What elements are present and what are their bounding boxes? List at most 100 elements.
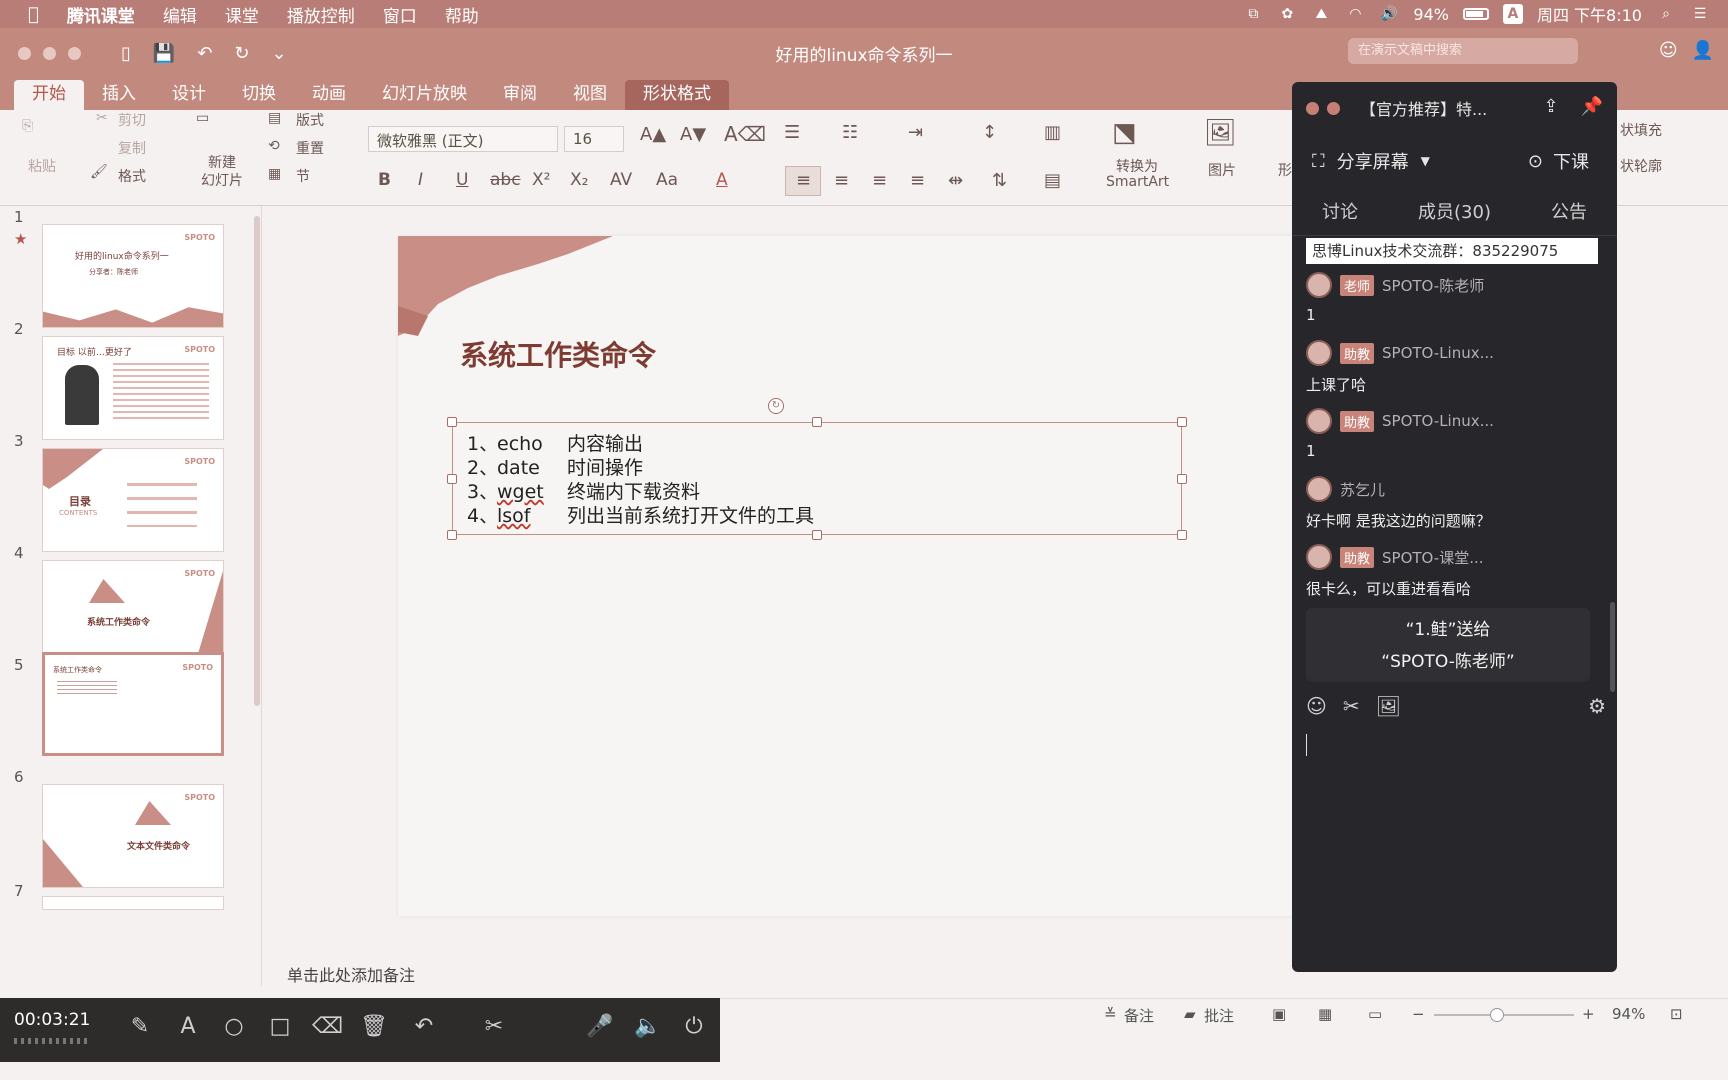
resize-handle[interactable]	[1177, 417, 1187, 427]
sorter-view-icon[interactable]: ▦	[1318, 1005, 1332, 1023]
normal-view-icon[interactable]: ▣	[1272, 1005, 1286, 1023]
notes-icon[interactable]: ≚	[1104, 1005, 1117, 1023]
zoom-window-button[interactable]	[68, 46, 81, 60]
screen-icon[interactable]: ⧉	[1243, 6, 1263, 22]
shape-button[interactable]: 形	[1278, 160, 1292, 180]
mountain-icon[interactable]: ⛰	[1311, 6, 1331, 22]
volume-icon[interactable]: 🔊	[1379, 6, 1399, 22]
tab-transitions[interactable]: 切换	[224, 80, 294, 110]
undo-icon[interactable]: ↶	[197, 43, 212, 64]
gear-icon[interactable]: ⚙	[1588, 694, 1606, 718]
bold-button[interactable]: B	[378, 170, 391, 190]
tab-discussion[interactable]: 讨论	[1322, 198, 1358, 235]
avatar[interactable]	[1306, 408, 1332, 434]
share-user-icon[interactable]: 👤	[1692, 40, 1714, 61]
menu-window[interactable]: 窗口	[369, 2, 431, 27]
section-button[interactable]: 节	[296, 166, 310, 186]
format-painter-icon[interactable]: 🖌	[90, 164, 108, 180]
paste-icon[interactable]: ⎘	[22, 118, 33, 134]
screenshot-icon[interactable]: ✂	[1343, 694, 1360, 718]
clock[interactable]: 周四 下午8:10	[1537, 2, 1642, 26]
shape-outline-button[interactable]: 状轮廓	[1620, 156, 1662, 176]
rectangle-tool-icon[interactable]: □	[266, 1014, 294, 1039]
input-method-icon[interactable]: A	[1502, 4, 1523, 24]
thumbnail-slide-7[interactable]	[42, 896, 224, 910]
sender-name[interactable]: SPOTO-Linux...	[1382, 344, 1494, 362]
indent-icon[interactable]: ⇥	[908, 122, 923, 143]
pen-icon[interactable]: ✎	[126, 1014, 154, 1039]
notes-placeholder[interactable]: 单击此处添加备注	[287, 962, 415, 986]
resize-handle[interactable]	[1177, 530, 1187, 540]
zoom-slider[interactable]	[1434, 1014, 1574, 1016]
fit-to-window-icon[interactable]: ⊡	[1670, 1005, 1683, 1023]
resize-handle[interactable]	[447, 417, 457, 427]
thumbnail-slide-5[interactable]: 系统工作类命令 SPOTO	[42, 652, 224, 756]
current-slide[interactable]: 系统工作类命令 ↻ 1、echo 内容输出 2、date 时间操作 3、wget 终端…	[398, 236, 1358, 916]
avatar[interactable]	[1306, 272, 1332, 298]
line-spacing-icon[interactable]: ↕	[982, 122, 997, 143]
sender-name[interactable]: SPOTO-课堂...	[1382, 547, 1483, 568]
columns-icon[interactable]: ▥	[1044, 122, 1061, 143]
increase-font-icon[interactable]: A▲	[640, 124, 666, 145]
menu-playback[interactable]: 播放控制	[273, 2, 369, 27]
align-text-icon[interactable]: ▤	[1044, 170, 1061, 191]
chat-input-field[interactable]	[1306, 734, 1307, 756]
minimize-window-button[interactable]	[43, 46, 56, 60]
zoom-level[interactable]: 94%	[1612, 1005, 1645, 1023]
search-input[interactable]: 在演示文稿中搜索	[1348, 38, 1578, 64]
font-name-select[interactable]: 微软雅黑 (正文)	[368, 126, 558, 152]
decrease-font-icon[interactable]: A▼	[680, 124, 706, 145]
numbering-icon[interactable]: ☷	[842, 122, 858, 143]
eraser-icon[interactable]: ⌫	[312, 1014, 343, 1039]
slide-title[interactable]: 系统工作类命令	[460, 334, 656, 374]
avatar[interactable]	[1306, 340, 1332, 366]
smartart-icon[interactable]: ⬔	[1112, 118, 1137, 148]
distribute-icon[interactable]: ⇹	[948, 170, 963, 191]
close-window-button[interactable]	[18, 46, 31, 60]
comments-button[interactable]: 批注	[1204, 1005, 1234, 1026]
menu-help[interactable]: 帮助	[431, 2, 493, 27]
share-screen-button[interactable]: ⛶ 分享屏幕 ▼	[1312, 148, 1430, 174]
section-icon[interactable]: ▦	[268, 166, 281, 182]
emoji-icon[interactable]: ☺	[1306, 694, 1327, 718]
image-icon[interactable]: 🖼	[1376, 694, 1401, 718]
tab-design[interactable]: 设计	[154, 80, 224, 110]
apple-icon[interactable]: 	[0, 4, 53, 25]
flower-icon[interactable]: ✿	[1277, 6, 1297, 22]
layout-button[interactable]: 版式	[296, 110, 324, 130]
customize-icon[interactable]: ⌄	[272, 43, 287, 64]
wifi-icon[interactable]: ◠	[1345, 6, 1365, 22]
sender-name[interactable]: SPOTO-Linux...	[1382, 412, 1494, 430]
picture-button[interactable]: 图片	[1208, 160, 1236, 180]
menu-classroom[interactable]: 课堂	[211, 2, 273, 27]
redo-icon[interactable]: ↻	[234, 43, 249, 64]
avatar[interactable]	[1306, 544, 1332, 570]
resize-handle[interactable]	[812, 417, 822, 427]
convert-smartart-label-1[interactable]: 转换为	[1116, 156, 1158, 176]
thumbnail-slide-2[interactable]: 目标 以前…更好了 SPOTO	[42, 336, 224, 440]
speaker-icon[interactable]: 🔈	[634, 1014, 662, 1039]
spotlight-icon[interactable]: ⌕	[1656, 6, 1676, 22]
thumbnail-slide-4[interactable]: 系统工作类命令 SPOTO	[42, 560, 224, 664]
slideshow-view-icon[interactable]: ▭	[1368, 1005, 1382, 1023]
bullets-icon[interactable]: ☰	[784, 122, 800, 143]
thumbnail-slide-6[interactable]: 文本文件类命令 SPOTO	[42, 784, 224, 888]
tab-view[interactable]: 视图	[555, 80, 625, 110]
circle-tool-icon[interactable]: ○	[220, 1014, 248, 1039]
microphone-icon[interactable]: 🎤	[586, 1014, 614, 1039]
shape-fill-button[interactable]: 状填充	[1620, 120, 1662, 140]
undo-icon[interactable]: ↶	[410, 1014, 438, 1039]
reset-button[interactable]: 重置	[296, 138, 324, 158]
zoom-out-icon[interactable]: −	[1412, 1005, 1425, 1023]
avatar[interactable]	[1306, 476, 1332, 502]
thumbnail-slide-1[interactable]: 好用的linux命令系列一 分享者：陈老师 SPOTO	[42, 224, 224, 328]
text-tool-icon[interactable]: A	[174, 1014, 202, 1039]
paste-button[interactable]: 粘贴	[28, 156, 56, 176]
new-slide-button[interactable]: 新建 幻灯片	[200, 154, 244, 190]
font-size-select[interactable]: 16	[564, 126, 624, 152]
comments-icon[interactable]: ▰	[1184, 1005, 1196, 1023]
layout-icon[interactable]: ▤	[268, 110, 281, 126]
battery-icon[interactable]	[1462, 8, 1489, 20]
justify-icon[interactable]: ≡	[910, 170, 925, 191]
resize-handle[interactable]	[1177, 474, 1187, 484]
